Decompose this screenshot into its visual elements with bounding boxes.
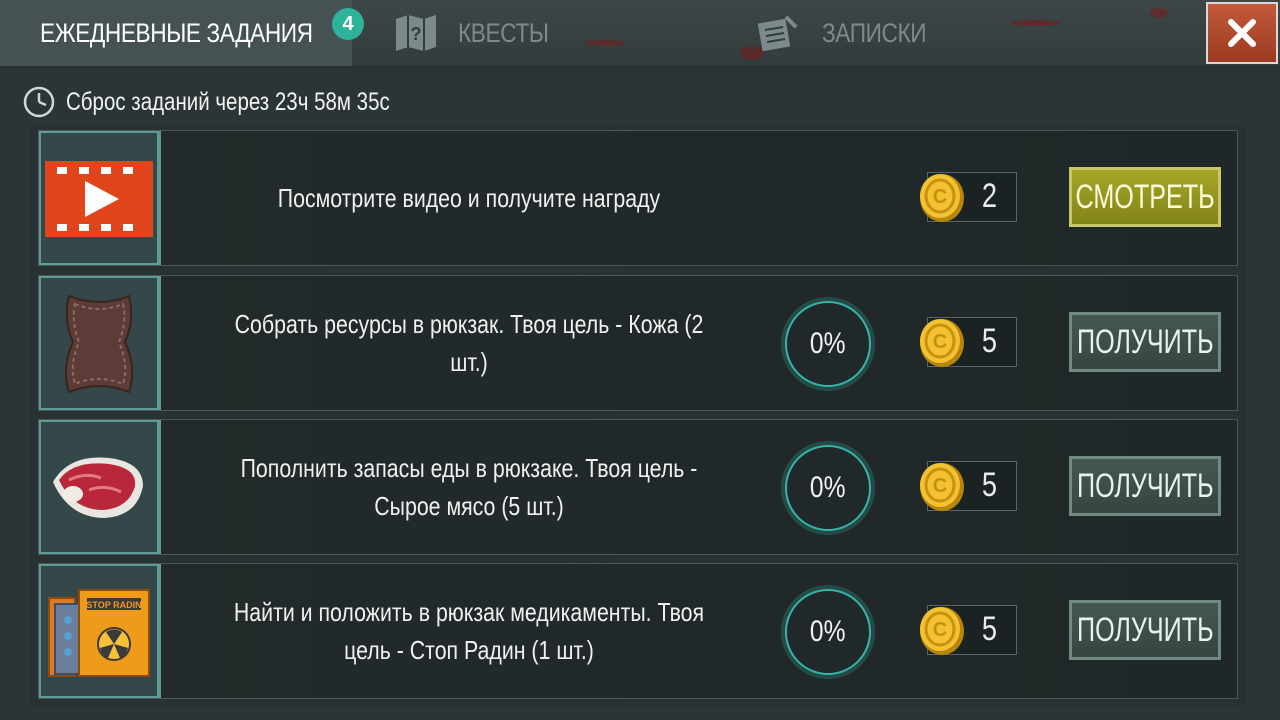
svg-text:C: C <box>933 331 947 353</box>
progress-percent: 0% <box>810 471 846 504</box>
progress-ring: 0% <box>785 301 871 387</box>
raw-meat-icon <box>53 457 143 518</box>
coin-reward: C 5 <box>920 605 1017 655</box>
tab-quests[interactable]: ? КВЕСТЫ <box>394 0 566 66</box>
reward-amount: 5 <box>981 466 998 504</box>
svg-text:C: C <box>933 619 947 641</box>
task-thumbnail <box>39 276 161 410</box>
task-thumbnail: STOP RADIN <box>39 564 161 698</box>
svg-text:C: C <box>933 186 947 208</box>
coin-reward: C 5 <box>920 317 1017 367</box>
stop-radin-medkit-icon: STOP RADIN <box>48 589 150 677</box>
leather-icon <box>64 294 134 394</box>
watch-button-label: СМОТРЕТЬ <box>1075 177 1215 216</box>
video-play-icon <box>45 161 153 237</box>
progress-ring: 0% <box>785 589 871 675</box>
tab-daily-label: ЕЖЕДНЕВНЫЕ ЗАДАНИЯ <box>40 17 313 48</box>
daily-tasks-count-badge: 4 <box>332 8 364 40</box>
close-button[interactable] <box>1206 2 1278 64</box>
reward-amount: 5 <box>981 322 998 360</box>
progress-percent: 0% <box>810 615 846 648</box>
task-row: STOP RADIN Найти и положить в рюкзак мед… <box>38 563 1238 699</box>
blood-splatter <box>1150 8 1168 18</box>
close-x-icon <box>1228 19 1256 47</box>
svg-text:C: C <box>933 475 947 497</box>
task-description: Посмотрите видео и получите награду <box>277 183 661 213</box>
claim-button-label: ПОЛУЧИТЬ <box>1076 322 1214 361</box>
gold-coin-icon: C <box>920 319 964 367</box>
svg-text:?: ? <box>411 24 422 44</box>
top-tab-bar: 7 ЕЖЕДНЕВНЫЕ ЗАДАНИЯ 4 ? КВЕСТЫ ЗАПИСКИ <box>0 0 1280 68</box>
tab-quests-label: КВЕСТЫ <box>458 17 549 48</box>
claim-button[interactable]: ПОЛУЧИТЬ <box>1069 600 1221 660</box>
task-description: Собрать ресурсы в рюкзак. Твоя цель - Ко… <box>234 309 704 377</box>
medkit-label: STOP RADIN <box>86 600 141 610</box>
tab-notes[interactable]: ЗАПИСКИ <box>756 0 946 66</box>
claim-button[interactable]: ПОЛУЧИТЬ <box>1069 456 1221 516</box>
notes-icon <box>757 15 798 52</box>
task-description: Пополнить запасы еды в рюкзаке. Твоя цел… <box>240 453 698 521</box>
map-icon: ? <box>396 15 436 51</box>
task-row: Собрать ресурсы в рюкзак. Твоя цель - Ко… <box>38 275 1238 411</box>
blood-splatter <box>1010 20 1060 26</box>
reset-timer: Сброс заданий через 23ч 58м 35с <box>22 84 461 120</box>
tab-daily-tasks[interactable]: 7 ЕЖЕДНЕВНЫЕ ЗАДАНИЯ <box>0 0 352 66</box>
coin-reward: C 2 <box>920 172 1017 222</box>
task-row: Посмотрите видео и получите награду C 2 … <box>38 130 1238 266</box>
claim-button[interactable]: ПОЛУЧИТЬ <box>1069 312 1221 372</box>
reset-timer-text: Сброс заданий через 23ч 58м 35с <box>66 87 390 116</box>
blood-splatter <box>585 40 625 46</box>
task-thumbnail <box>39 420 161 554</box>
clock-icon <box>23 86 55 118</box>
gold-coin-icon: C <box>920 174 964 222</box>
task-thumbnail <box>39 131 161 265</box>
gold-coin-icon: C <box>920 607 964 655</box>
gold-coin-icon: C <box>920 463 964 511</box>
reward-amount: 5 <box>981 610 998 648</box>
claim-button-label: ПОЛУЧИТЬ <box>1076 610 1214 649</box>
progress-ring: 0% <box>785 445 871 531</box>
tab-notes-label: ЗАПИСКИ <box>822 17 927 48</box>
claim-button-label: ПОЛУЧИТЬ <box>1076 466 1214 505</box>
reward-amount: 2 <box>981 177 998 215</box>
progress-percent: 0% <box>810 327 846 360</box>
coin-reward: C 5 <box>920 461 1017 511</box>
task-description: Найти и положить в рюкзак медикаменты. Т… <box>233 597 705 665</box>
watch-button[interactable]: СМОТРЕТЬ <box>1069 167 1221 227</box>
task-row: Пополнить запасы еды в рюкзаке. Твоя цел… <box>38 419 1238 555</box>
